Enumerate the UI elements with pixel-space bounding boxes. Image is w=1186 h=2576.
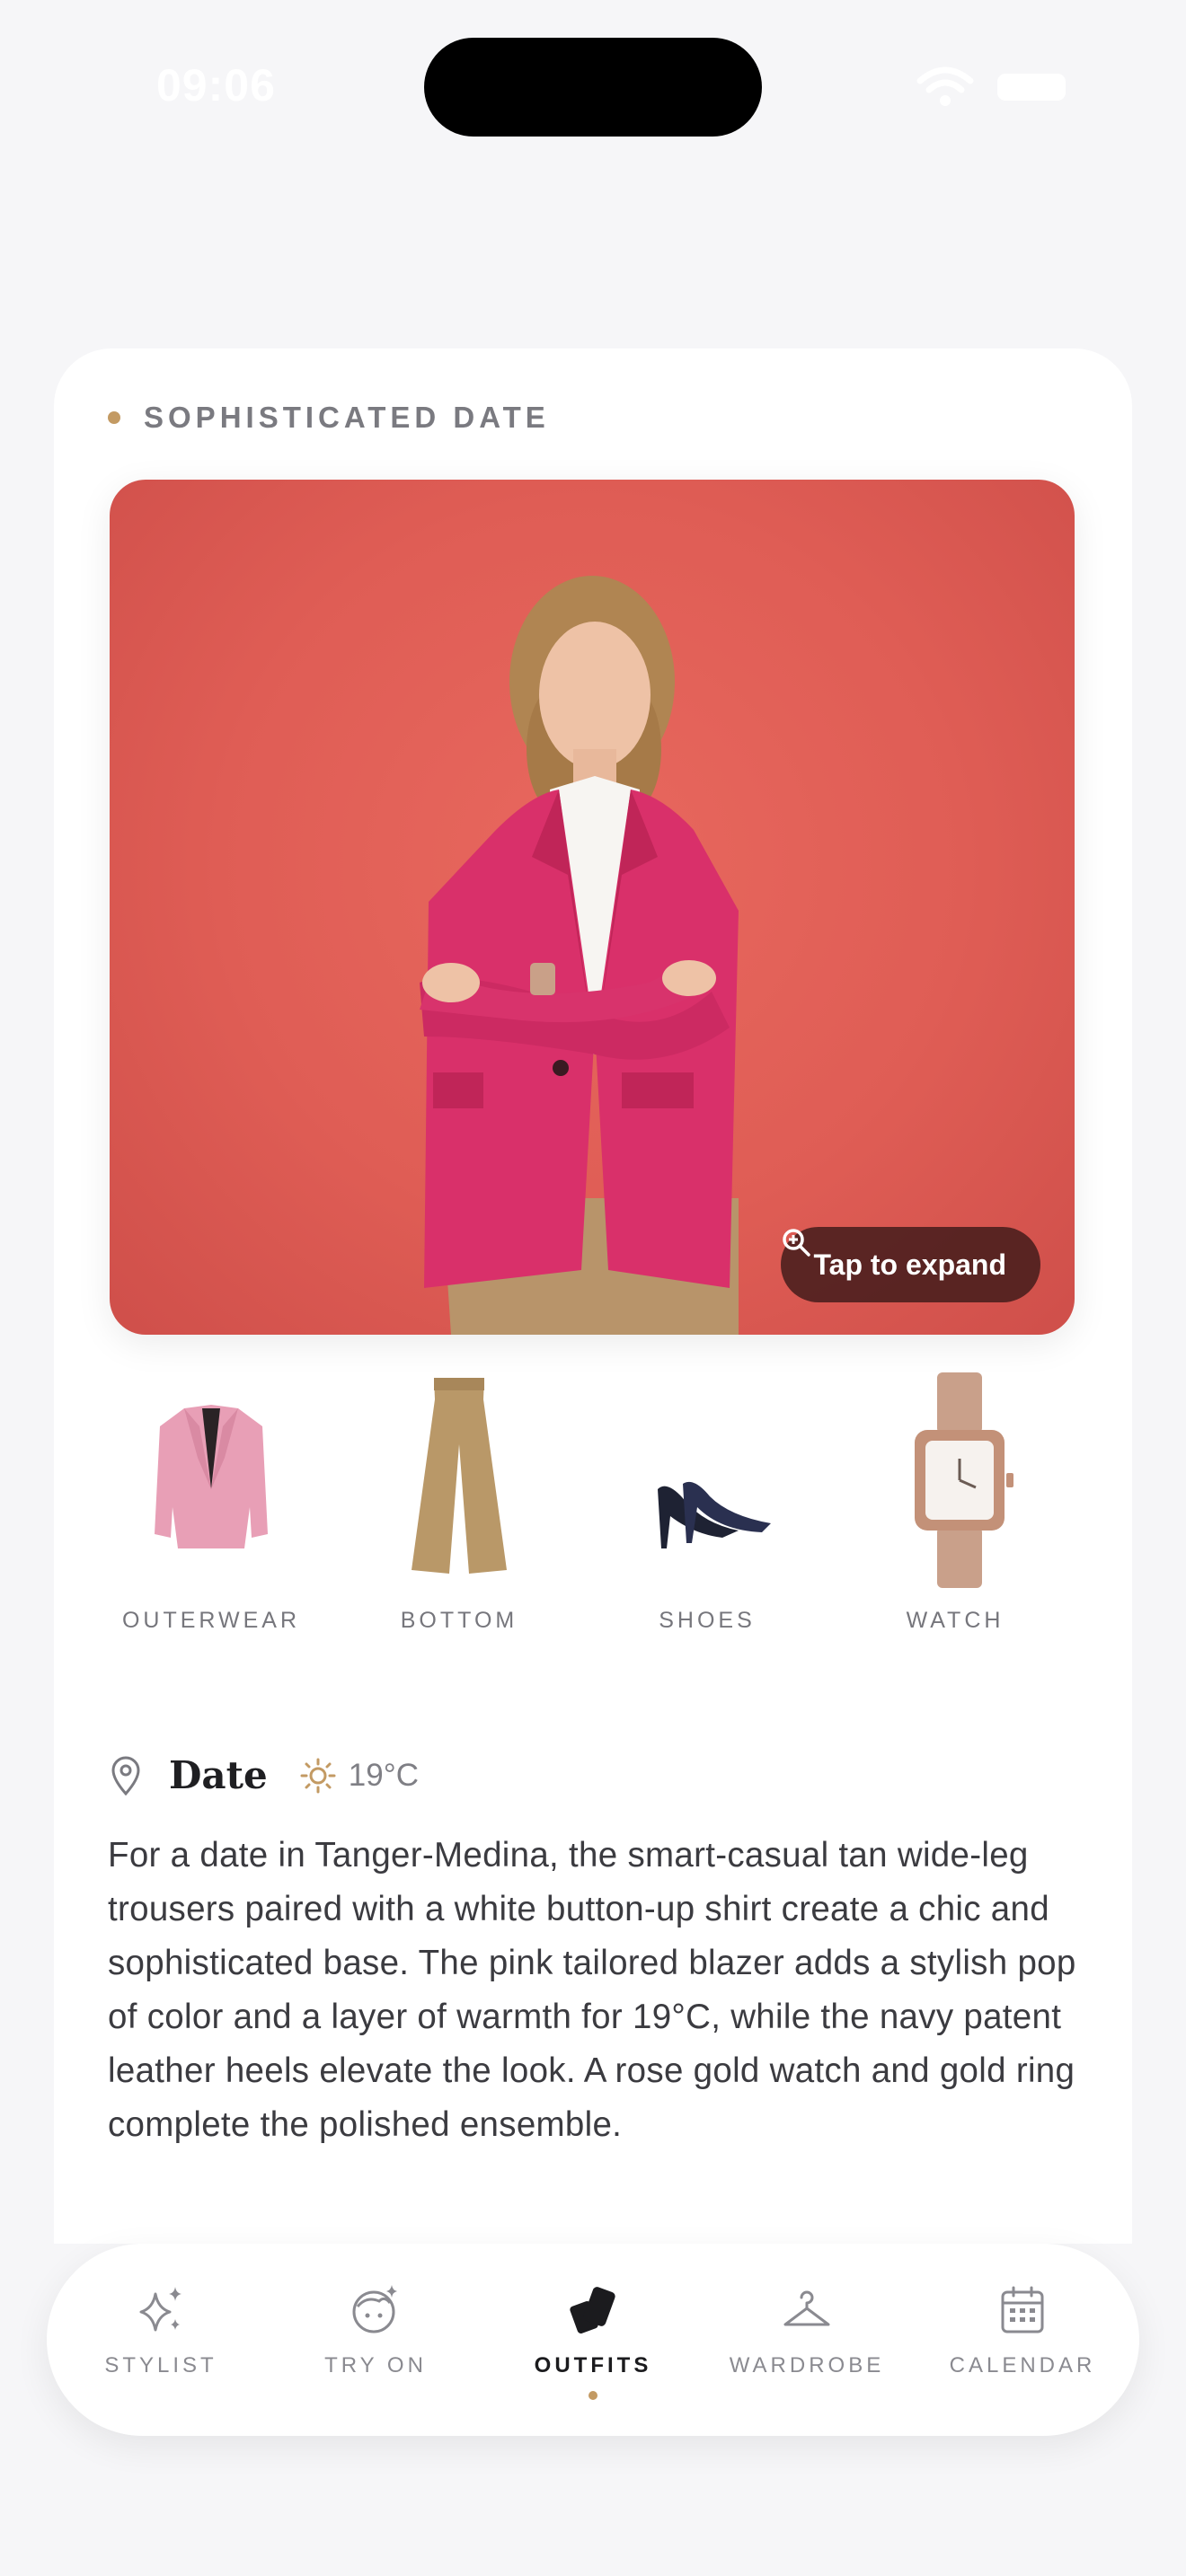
item-label-bottom: BOTTOM: [400, 1608, 518, 1633]
dynamic-island: [424, 38, 762, 137]
pink-blazer-icon: [155, 1405, 268, 1548]
temperature: 19°C: [348, 1757, 419, 1793]
battery-icon: [997, 74, 1066, 101]
item-label-outerwear: OUTERWEAR: [121, 1608, 301, 1633]
navy-heels-icon: [658, 1481, 771, 1548]
outfit-description: For a date in Tanger-Medina, the smart-c…: [108, 1836, 1076, 2144]
sparkles-icon: [139, 2287, 181, 2332]
tab-outfits[interactable]: OUTFITS: [494, 2283, 692, 2400]
outfit-title: SOPHISTICATED DATE: [144, 401, 550, 434]
face-sparkle-icon: [352, 2285, 397, 2333]
outfit-photo[interactable]: Tap to expand: [110, 480, 1075, 1335]
item-outerwear[interactable]: OUTERWEAR: [108, 1372, 314, 1634]
outfit-items: OUTERWEAR BOTTOM SHOES WATCH: [99, 1372, 1087, 1633]
tab-calendar[interactable]: CALENDAR: [924, 2283, 1121, 2378]
occasion-weather: Date 19°C: [110, 1753, 419, 1797]
zoom-in-icon: [783, 1229, 811, 1257]
item-watch[interactable]: WATCH: [852, 1372, 1058, 1634]
occasion-label: Date: [169, 1753, 268, 1797]
card-header: SOPHISTICATED DATE: [108, 401, 550, 435]
tab-label-calendar: CALENDAR: [949, 2353, 1096, 2378]
rose-gold-watch-icon: [915, 1372, 1013, 1588]
location-pin-icon: [111, 1756, 140, 1795]
tab-wardrobe[interactable]: WARDROBE: [708, 2283, 906, 2378]
tab-label-wardrobe: WARDROBE: [729, 2353, 885, 2378]
item-label-watch: WATCH: [906, 1608, 1005, 1633]
calendar-icon: [1001, 2286, 1044, 2333]
tab-bar: STYLIST TRY ON OUTFITS WARDROBE CALENDAR: [47, 2244, 1139, 2436]
item-label-shoes: SHOES: [659, 1608, 756, 1633]
expand-label: Tap to expand: [813, 1248, 1006, 1281]
cards-icon: [570, 2287, 615, 2334]
hanger-icon: [783, 2290, 830, 2326]
tab-label-try-on: TRY ON: [324, 2353, 427, 2378]
tab-try-on[interactable]: TRY ON: [277, 2283, 474, 2378]
sun-icon: [300, 1758, 336, 1793]
tab-stylist[interactable]: STYLIST: [62, 2283, 260, 2378]
item-bottom[interactable]: BOTTOM: [356, 1372, 562, 1634]
tan-trousers-icon: [412, 1378, 507, 1574]
active-indicator: [589, 2391, 597, 2400]
item-shoes[interactable]: SHOES: [604, 1372, 810, 1634]
tab-label-outfits: OUTFITS: [534, 2353, 652, 2378]
model-illustration: [420, 576, 739, 1335]
status-time: 09:06: [156, 60, 276, 110]
accent-dot: [108, 411, 120, 424]
expand-button[interactable]: Tap to expand: [781, 1227, 1040, 1302]
tab-label-stylist: STYLIST: [104, 2353, 217, 2378]
wifi-icon: [916, 66, 974, 106]
